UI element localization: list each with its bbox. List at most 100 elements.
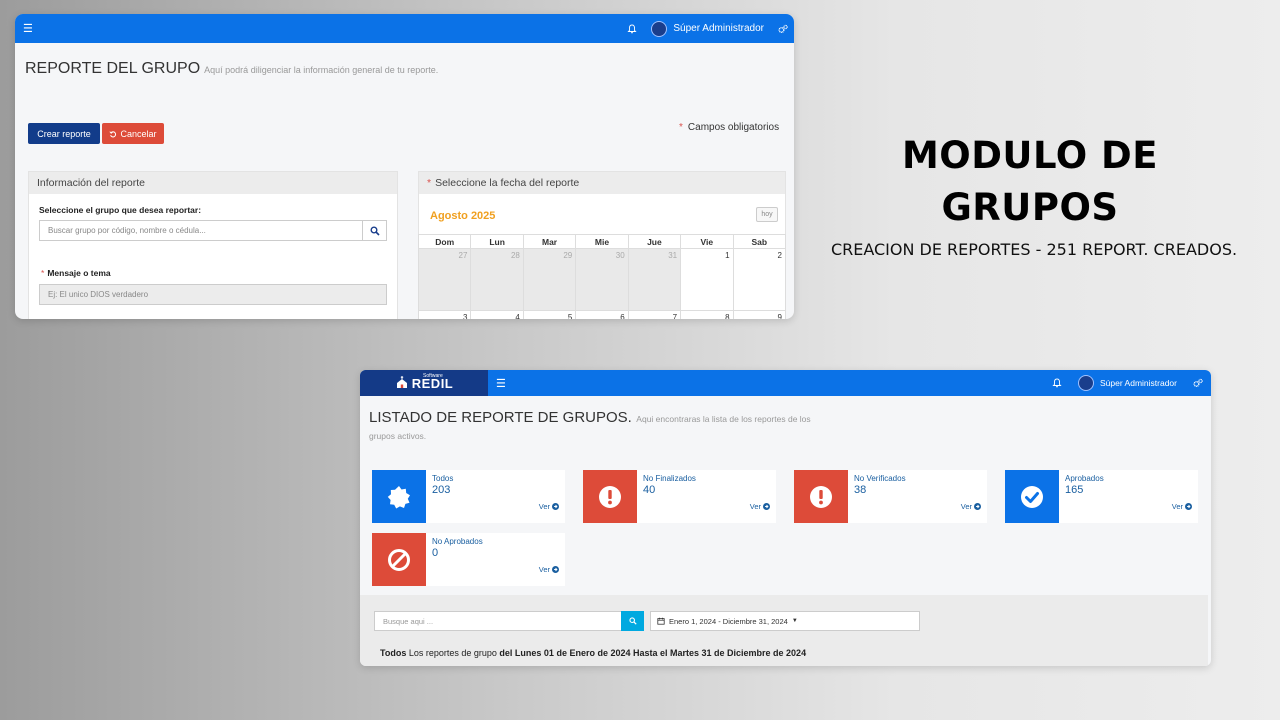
arrow-circle-right-icon [974,503,981,510]
message-input[interactable]: Ej: El unico DIOS verdadero [39,284,387,305]
search-icon [628,617,637,625]
message-label-text: Mensaje o tema [47,268,111,278]
caret-down-icon: ▼ [791,618,798,624]
group-search-input[interactable]: Buscar grupo por código, nombre o cédula… [39,220,363,241]
stat-value: 203 [432,484,451,496]
ban-icon [388,548,410,571]
weekday-header: Dom [417,234,472,249]
summary-text: Los reportes de grupo [408,648,497,658]
weekday-header: Mar [522,234,577,249]
stat-card-todos[interactable]: Todos 203 Ver [372,470,565,523]
user-name: Súper Administrador [673,23,764,34]
bell-icon[interactable] [627,24,637,34]
calendar-day[interactable]: 8 [680,310,734,319]
bell-icon[interactable] [1052,378,1062,388]
hero-title: MODULO DE GRUPOS [901,134,1159,229]
calendar-day[interactable]: 6 [575,310,629,319]
check-icon [1021,485,1043,508]
calendar-day[interactable]: 7 [627,310,682,319]
hamburger-icon[interactable]: ☰ [488,377,514,390]
user-name: Súper Administrador [1099,378,1177,388]
arrow-circle-right-icon [763,503,770,510]
view-link[interactable]: Ver [539,565,559,574]
undo-icon [109,130,117,137]
cancel-label: Cancelar [120,128,157,139]
view-link-text: Ver [749,502,761,511]
brand-small: Software [423,373,443,379]
calendar-day[interactable]: 28 [470,248,524,311]
page-title: REPORTE DEL GRUPO Aquí podrá diligenciar … [25,60,438,78]
create-report-button[interactable]: Crear reporte [28,123,100,144]
page-title-text: LISTADO DE REPORTE DE GRUPOS. [369,409,632,426]
gears-icon[interactable] [778,24,788,34]
calendar-day[interactable]: 31 [627,248,682,311]
stat-icon-box [794,470,848,523]
gears-icon[interactable] [1193,378,1203,388]
calendar-icon [657,617,665,625]
stat-card-aprobados[interactable]: Aprobados 165 Ver [1005,470,1198,523]
calendar-day[interactable]: 4 [470,310,524,319]
stat-card-no-finalizados[interactable]: No Finalizados 40 Ver [583,470,776,523]
page-title-text: REPORTE DEL GRUPO [25,60,201,77]
arrow-circle-right-icon [1185,503,1192,510]
stat-card-no-verificados[interactable]: No Verificados 38 Ver [794,470,987,523]
view-link-text: Ver [1171,502,1183,511]
view-link[interactable]: Ver [961,502,981,511]
stat-icon-box [583,470,637,523]
exclamation-icon [810,485,832,508]
user-menu[interactable]: Súper Administrador [1077,375,1177,391]
user-menu[interactable]: Súper Administrador [651,20,764,37]
date-range-value: Enero 1, 2024 - Diciembre 31, 2024 [669,616,788,626]
calendar-heading-text: Seleccione la fecha del reporte [435,177,580,189]
stat-name: Todos [432,474,454,483]
top-navbar: Software REDIL ☰ Súper Administrador [360,370,1211,396]
summary-range: del Lunes 01 de Enero de 2024 Hasta el M… [499,648,807,658]
exclamation-icon [599,485,621,508]
stat-value: 165 [1065,484,1084,496]
stat-value: 38 [854,484,867,496]
view-link-text: Ver [538,502,550,511]
report-search-input[interactable]: Busque aqui ... [374,611,622,631]
brand-logo[interactable]: Software REDIL [360,370,488,396]
avatar [651,20,668,37]
today-button[interactable]: hoy [756,207,778,222]
calendar-day[interactable]: 9 [732,310,787,319]
calendar-grid: Dom Lun Mar Mie Jue Vie Sab 27 28 29 30 … [417,234,787,319]
calendar-day[interactable]: 5 [522,310,577,319]
group-search-button[interactable] [362,220,387,241]
stat-card-no-aprobados[interactable]: No Aprobados 0 Ver [372,533,565,586]
group-label: Seleccione el grupo que desea reportar: [39,205,202,215]
badge-icon [387,485,410,508]
weekday-header: Jue [627,234,682,249]
hero-subtitle: CREACION DE REPORTES - 251 REPORT. CREAD… [830,240,1238,259]
hamburger-icon[interactable]: ☰ [15,22,41,35]
date-range-picker[interactable]: Enero 1, 2024 - Diciembre 31, 2024 ▼ [650,611,920,631]
church-logo-icon [396,376,407,388]
stat-icon-box [1005,470,1059,523]
view-link[interactable]: Ver [1172,502,1192,511]
page-title: LISTADO DE REPORTE DE GRUPOS. Aqui encon… [369,410,829,444]
stat-icon-box [372,533,426,586]
view-link-text: Ver [538,565,550,574]
weekday-header: Lun [470,234,524,249]
stat-icon-box [372,470,426,523]
calendar-day[interactable]: 29 [522,248,577,311]
weekday-header: Mie [575,234,629,249]
message-label: * Mensaje o tema [41,268,111,278]
calendar-day[interactable]: 1 [680,248,734,311]
report-list-screenshot: Software REDIL ☰ Súper Administrador LIS… [360,370,1211,666]
calendar-day[interactable]: 30 [575,248,629,311]
stat-name: Aprobados [1065,474,1104,483]
calendar-day[interactable]: 3 [417,310,472,319]
panel-heading: Información del reporte [29,172,397,194]
calendar-day[interactable]: 2 [732,248,787,311]
page-subtitle: Aquí podrá diligenciar la información ge… [204,65,439,75]
cancel-button[interactable]: Cancelar [102,123,164,144]
top-navbar: ☰ Súper Administrador [15,14,794,43]
view-link[interactable]: Ver [750,502,770,511]
calendar-heading: * Seleccione la fecha del reporte [419,172,785,194]
weekday-header: Sab [732,234,787,249]
calendar-day[interactable]: 27 [417,248,472,311]
report-search-button[interactable] [621,611,644,631]
view-link[interactable]: Ver [539,502,559,511]
